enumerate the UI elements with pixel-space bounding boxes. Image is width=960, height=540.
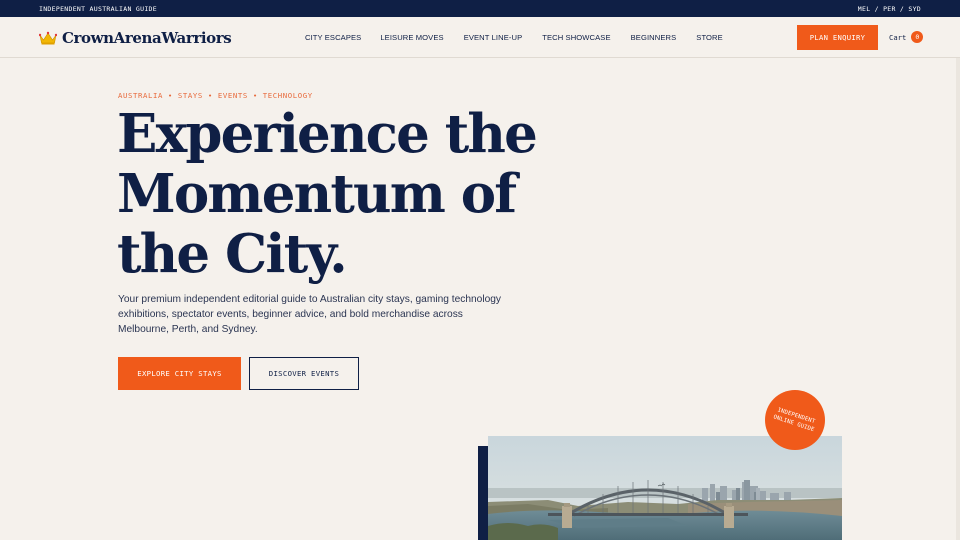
cart-label: Cart xyxy=(889,32,907,42)
badge-text: INDEPENDENT ONLINE GUIDE xyxy=(772,407,816,434)
nav-leisure-moves[interactable]: LEISURE MOVES xyxy=(380,33,443,42)
nav-store[interactable]: STORE xyxy=(696,33,723,42)
site-header: CrownArenaWarriors CITY ESCAPES LEISURE … xyxy=(0,17,960,58)
main-nav: CITY ESCAPES LEISURE MOVES EVENT LINE-UP… xyxy=(305,33,743,42)
nav-tech-showcase[interactable]: TECH SHOWCASE xyxy=(542,33,610,42)
topbar-cities: MEL / PER / SYD xyxy=(857,5,921,13)
explore-city-stays-button[interactable]: EXPLORE CITY STAYS xyxy=(118,357,241,390)
top-announcement-bar: INDEPENDENT AUSTRALIAN GUIDE MEL / PER /… xyxy=(0,0,960,17)
nav-beginners[interactable]: BEGINNERS xyxy=(631,33,677,42)
topbar-tagline: INDEPENDENT AUSTRALIAN GUIDE xyxy=(39,5,157,13)
sydney-harbour-bridge-photo xyxy=(488,436,842,540)
headline-line-1: Experience the xyxy=(117,103,538,165)
discover-events-button[interactable]: DISCOVER EVENTS xyxy=(249,357,359,390)
headline-line-3: the City. xyxy=(117,223,348,285)
nav-city-escapes[interactable]: CITY ESCAPES xyxy=(305,33,361,42)
harbour-scene xyxy=(488,436,842,540)
logo-wordmark: CrownArenaWarriors xyxy=(62,29,232,47)
crown-icon xyxy=(39,31,57,45)
nav-event-line-up[interactable]: EVENT LINE-UP xyxy=(464,33,523,42)
cart-link[interactable]: Cart 0 xyxy=(889,31,924,43)
page-scrollbar[interactable] xyxy=(956,58,960,540)
plan-enquiry-button[interactable]: PLAN ENQUIRY xyxy=(797,25,878,50)
hero-headline: Experience the Momentum of the City. xyxy=(117,104,547,284)
independent-guide-badge: INDEPENDENT ONLINE GUIDE xyxy=(765,390,825,450)
hero-description: Your premium independent editorial guide… xyxy=(118,294,502,335)
hero-eyebrow: AUSTRALIA • STAYS • EVENTS • TECHNOLOGY xyxy=(118,91,313,100)
image-accent-bar xyxy=(478,446,488,540)
headline-line-2: Momentum of xyxy=(117,163,517,225)
cart-count-badge: 0 xyxy=(911,31,924,43)
site-logo[interactable]: CrownArenaWarriors xyxy=(39,29,232,47)
